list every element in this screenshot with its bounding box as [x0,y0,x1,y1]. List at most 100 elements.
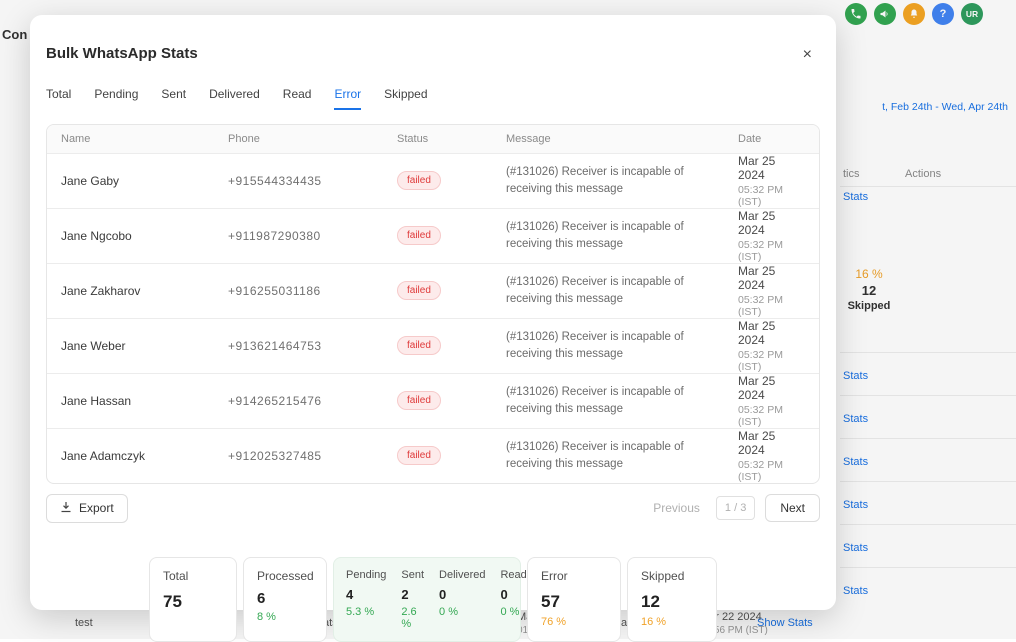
card-label: Processed [257,569,313,583]
date-text: Mar 25 2024 [738,319,805,347]
status-badge: failed [397,391,441,410]
card-pct: 0 % [439,606,485,618]
cell-name: Jane Zakharov [47,263,214,318]
page-indicator: 1 / 3 [716,496,755,520]
cell-name: Jane Adamczyk [47,428,214,483]
cell-message: (#131026) Receiver is incapable of recei… [492,428,724,483]
tab-delivered[interactable]: Delivered [209,87,260,110]
cell-phone: +915544334435 [214,153,383,208]
cell-name: Jane Weber [47,318,214,373]
summary-card-total: Total 75 [149,557,237,642]
cell-phone: +916255031186 [214,263,383,318]
summary-col-sent: Sent 2 2.6 % [401,569,424,630]
card-label: Total [163,569,223,583]
export-label: Export [79,501,114,515]
tab-pending[interactable]: Pending [94,87,138,110]
card-pct: 8 % [257,611,313,623]
cell-message: (#131026) Receiver is incapable of recei… [492,318,724,373]
next-button[interactable]: Next [765,494,820,522]
card-label: Delivered [439,569,485,581]
cell-phone: +911987290380 [214,208,383,263]
close-icon[interactable]: × [799,45,816,65]
time-text: 05:32 PM (IST) [738,404,805,428]
previous-button[interactable]: Previous [647,495,706,521]
card-pct: 0 % [500,606,526,618]
cell-status: failed [383,153,492,208]
card-label: Skipped [641,569,703,583]
table-row: Jane Gaby +915544334435 failed (#131026)… [47,153,819,208]
date-text: Mar 25 2024 [738,429,805,457]
cell-message: (#131026) Receiver is incapable of recei… [492,153,724,208]
card-value: 75 [163,592,223,612]
summary-col-read: Read 0 0 % [500,569,526,630]
header-message: Message [492,125,724,153]
status-badge: failed [397,336,441,355]
card-pct: 76 % [541,616,607,628]
cell-phone: +913621464753 [214,318,383,373]
card-value: 12 [641,592,703,612]
status-badge: failed [397,171,441,190]
cell-status: failed [383,263,492,318]
download-icon [60,501,72,516]
card-label: Read [500,569,526,581]
header-status: Status [383,125,492,153]
summary-cards: Total 75 Processed 6 8 % Pending 4 5.3 %… [30,557,836,642]
tab-read[interactable]: Read [283,87,312,110]
export-button[interactable]: Export [46,494,128,523]
date-text: Mar 25 2024 [738,209,805,237]
summary-card-skipped: Skipped 12 16 % [627,557,717,642]
tab-total[interactable]: Total [46,87,71,110]
table-header-row: Name Phone Status Message Date [47,125,819,153]
header-date: Date [724,125,819,153]
tab-skipped[interactable]: Skipped [384,87,427,110]
summary-card-progress-group: Pending 4 5.3 % Sent 2 2.6 % Delivered 0… [333,557,521,642]
card-pct: 16 % [641,616,703,628]
cell-name: Jane Ngcobo [47,208,214,263]
cell-date: Mar 25 202405:32 PM (IST) [724,263,819,318]
time-text: 05:32 PM (IST) [738,239,805,263]
card-value: 2 [401,587,424,602]
card-label: Error [541,569,607,583]
cell-name: Jane Hassan [47,373,214,428]
card-value: 57 [541,592,607,612]
tab-sent[interactable]: Sent [161,87,186,110]
card-value: 4 [346,587,386,602]
cell-status: failed [383,318,492,373]
cell-date: Mar 25 202405:32 PM (IST) [724,153,819,208]
date-text: Mar 25 2024 [738,264,805,292]
time-text: 05:32 PM (IST) [738,184,805,208]
table-row: Jane Adamczyk +912025327485 failed (#131… [47,428,819,483]
cell-date: Mar 25 202405:32 PM (IST) [724,373,819,428]
table-row: Jane Hassan +914265215476 failed (#13102… [47,373,819,428]
table-row: Jane Weber +913621464753 failed (#131026… [47,318,819,373]
summary-card-error: Error 57 76 % [527,557,621,642]
bulk-whatsapp-stats-modal: Bulk WhatsApp Stats × Total Pending Sent… [30,15,836,610]
cell-status: failed [383,373,492,428]
cell-phone: +914265215476 [214,373,383,428]
card-label: Sent [401,569,424,581]
stats-tabs: Total Pending Sent Delivered Read Error … [46,87,820,110]
modal-title: Bulk WhatsApp Stats [46,45,198,62]
cell-message: (#131026) Receiver is incapable of recei… [492,263,724,318]
cell-date: Mar 25 202405:32 PM (IST) [724,318,819,373]
card-value: 6 [257,590,313,607]
status-badge: failed [397,446,441,465]
summary-col-pending: Pending 4 5.3 % [346,569,386,630]
cell-date: Mar 25 202405:32 PM (IST) [724,208,819,263]
cell-status: failed [383,208,492,263]
card-label: Pending [346,569,386,581]
card-value: 0 [500,587,526,602]
time-text: 05:32 PM (IST) [738,349,805,373]
card-value: 0 [439,587,485,602]
table-row: Jane Zakharov +916255031186 failed (#131… [47,263,819,318]
date-text: Mar 25 2024 [738,374,805,402]
time-text: 05:32 PM (IST) [738,459,805,483]
tab-error[interactable]: Error [334,87,361,110]
time-text: 05:32 PM (IST) [738,294,805,318]
date-text: Mar 25 2024 [738,154,805,182]
summary-card-processed: Processed 6 8 % [243,557,327,642]
summary-col-delivered: Delivered 0 0 % [439,569,485,630]
cell-phone: +912025327485 [214,428,383,483]
cell-date: Mar 25 202405:32 PM (IST) [724,428,819,483]
pagination: Previous 1 / 3 Next [647,494,820,522]
